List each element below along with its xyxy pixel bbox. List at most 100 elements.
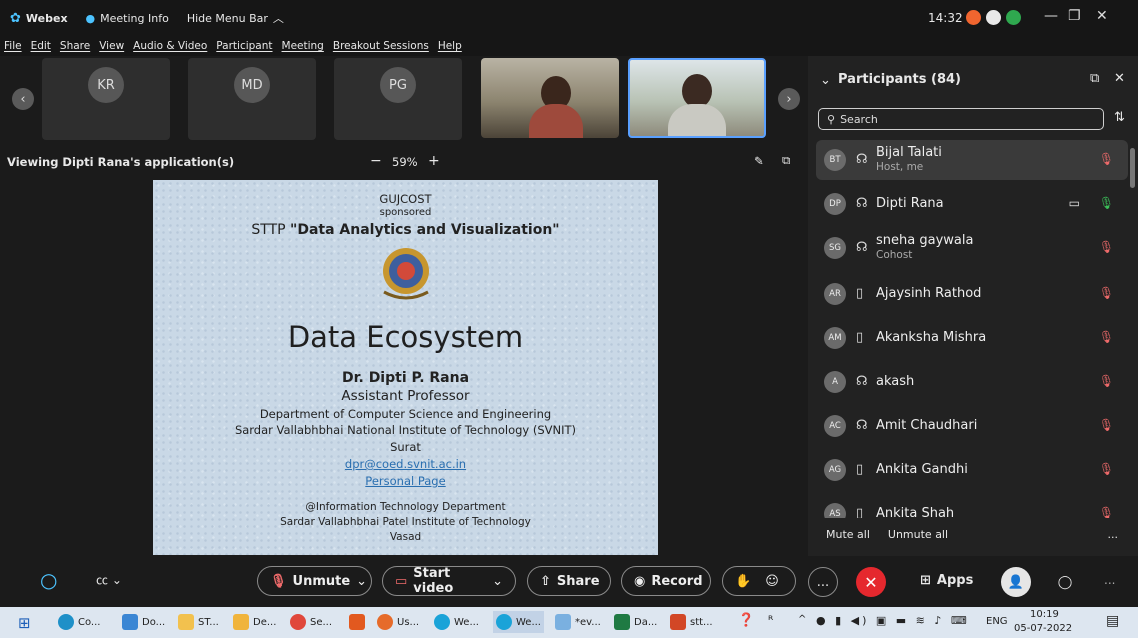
mic-muted-icon[interactable]: 🎙 (1099, 462, 1114, 476)
mute-all-button[interactable]: Mute all (826, 528, 870, 541)
mic-active-icon[interactable]: 🎙 (1099, 196, 1114, 210)
tray-icons[interactable]: ● ▮ ◀) ▣ ▬ ≋ ♪ ⌨ (816, 614, 970, 627)
collapse-chevron-icon[interactable]: ⌄ (820, 73, 831, 88)
menu-breakout-sessions[interactable]: Breakout Sessions (333, 40, 429, 52)
meeting-info-label: Meeting Info (100, 11, 169, 25)
share-button[interactable]: ⇧ Share (527, 566, 611, 596)
help-icon[interactable]: ❓ (738, 613, 754, 628)
notification-center-icon[interactable]: ▤ (1106, 613, 1119, 629)
meeting-controls: ○ ㏄ ⌄ 🎙 Unmute ⌄ ▭ Start video ⌄ ⇧ Share… (0, 557, 1138, 607)
slide-presenter: Dr. Dipti P. Rana (341, 370, 470, 386)
menu-file[interactable]: File (4, 40, 22, 52)
webex-assistant-icon[interactable]: ○ (40, 568, 57, 592)
close-window-icon[interactable]: ✕ (1096, 8, 1108, 24)
participant-row[interactable]: A ☊ akash 🎙 (816, 362, 1128, 402)
taskbar-item[interactable]: Se... (290, 614, 332, 630)
more-options-button[interactable]: ... (1108, 528, 1119, 541)
video-tile-pg[interactable]: PG (334, 58, 462, 140)
network-icon[interactable] (1006, 10, 1021, 25)
status-icon[interactable] (986, 10, 1001, 25)
participant-row[interactable]: AM ▯ Akanksha Mishra 🎙 (816, 318, 1128, 358)
chat-button[interactable]: ◯ (1050, 567, 1080, 597)
reactions-group[interactable]: ✋ ☺ (722, 566, 796, 596)
slide-email-link[interactable]: dpr@coed.svnit.ac.in (345, 457, 466, 471)
mic-muted-icon[interactable]: 🎙 (1099, 506, 1114, 518)
windows-start-icon[interactable]: ⊞ (18, 614, 31, 632)
minimize-icon[interactable]: — (1044, 8, 1058, 24)
taskbar-item[interactable]: We... (434, 614, 479, 630)
mic-muted-icon[interactable]: 🎙 (1099, 330, 1114, 344)
mic-muted-icon[interactable]: 🎙 (1099, 374, 1114, 388)
people-icon[interactable]: ᴿ (768, 613, 773, 627)
strip-prev-button[interactable]: ‹ (12, 88, 34, 110)
mic-muted-icon[interactable]: 🎙 (1099, 286, 1114, 300)
taskbar-item[interactable]: Do... (122, 614, 165, 630)
panel-scrollbar[interactable] (1130, 148, 1135, 188)
captions-icon[interactable]: ㏄ ⌄ (96, 571, 122, 588)
restore-icon[interactable]: ❐ (1068, 8, 1081, 24)
taskbar-time[interactable]: 10:19 (1030, 609, 1059, 620)
sort-icon[interactable]: ⇅ (1114, 110, 1125, 125)
zoom-out-button[interactable]: − (370, 153, 382, 169)
menu-audio-video[interactable]: Audio & Video (133, 40, 207, 52)
participant-row[interactable]: AR ▯ Ajaysinh Rathod 🎙 (816, 274, 1128, 314)
mic-muted-icon[interactable]: 🎙 (1099, 240, 1114, 254)
participant-row[interactable]: AS ▯ Ankita Shah 🎙 (816, 494, 1128, 518)
taskbar-date[interactable]: 05-07-2022 (1014, 623, 1072, 634)
emoji-icon[interactable]: ☺ (765, 574, 779, 589)
video-tile-camera-1[interactable] (481, 58, 619, 138)
tray-chevron-icon[interactable]: ^ (798, 614, 806, 625)
apps-button[interactable]: ⊞ Apps (920, 573, 973, 588)
video-tile-md[interactable]: MD (188, 58, 316, 140)
unmute-button[interactable]: 🎙 Unmute ⌄ (257, 566, 372, 596)
menu-meeting[interactable]: Meeting (282, 40, 324, 52)
hand-icon[interactable]: ✋ (735, 574, 751, 589)
taskbar-item[interactable]: We... (493, 611, 544, 633)
slide-personal-page-link[interactable]: Personal Page (365, 474, 445, 488)
video-tile-kr[interactable]: KR (42, 58, 170, 140)
leave-button[interactable]: ✕ (856, 567, 886, 597)
zoom-value: 59% (392, 155, 418, 169)
more-controls-button[interactable]: ... (808, 567, 838, 597)
participant-row[interactable]: BT ☊ Bijal Talati Host, me 🎙 (816, 140, 1128, 180)
taskbar-item[interactable]: ST... (178, 614, 219, 630)
pop-out-icon[interactable]: ⧉ (782, 153, 790, 168)
more-menu-button[interactable]: ... (1104, 573, 1115, 587)
participants-toggle-button[interactable]: 👤 (1001, 567, 1031, 597)
taskbar-item[interactable]: De... (233, 614, 276, 630)
participant-role: Cohost (876, 249, 913, 261)
participant-row[interactable]: DP ☊ Dipti Rana ▭ 🎙 (816, 184, 1128, 224)
office-icon[interactable] (349, 614, 365, 630)
menu-share[interactable]: Share (60, 40, 90, 52)
menu-view[interactable]: View (99, 40, 124, 52)
participant-row[interactable]: SG ☊ sneha gaywala Cohost 🎙 (816, 228, 1128, 268)
meeting-info-button[interactable]: ● Meeting Info (86, 12, 169, 25)
taskbar-item[interactable]: Us... (377, 614, 419, 630)
taskbar-item[interactable]: stt... (670, 614, 713, 630)
close-panel-icon[interactable]: ✕ (1114, 71, 1125, 86)
taskbar-item[interactable]: Co... (58, 614, 100, 630)
webex-app-label[interactable]: ✿ Webex (10, 11, 68, 26)
hide-menu-bar-button[interactable]: Hide Menu Bar ︿ (187, 10, 284, 26)
participant-row[interactable]: AC ☊ Amit Chaudhari 🎙 (816, 406, 1128, 446)
strip-next-button[interactable]: › (778, 88, 800, 110)
video-tile-camera-2[interactable] (628, 58, 766, 138)
taskbar-item[interactable]: Da... (614, 614, 657, 630)
start-video-button[interactable]: ▭ Start video ⌄ (382, 566, 516, 596)
menu-participant[interactable]: Participant (216, 40, 272, 52)
pop-out-panel-icon[interactable]: ⧉ (1090, 71, 1099, 86)
taskbar-item[interactable]: *ev... (555, 614, 601, 630)
participant-row[interactable]: AG ▯ Ankita Gandhi 🎙 (816, 450, 1128, 490)
participant-search-input[interactable]: ⚲ Search (818, 108, 1104, 130)
unmute-all-button[interactable]: Unmute all (888, 528, 948, 541)
zoom-in-button[interactable]: + (428, 153, 440, 169)
menu-help[interactable]: Help (438, 40, 462, 52)
record-button[interactable]: ◉ Record (621, 566, 711, 596)
language-indicator[interactable]: ENG (986, 616, 1008, 627)
menu-edit[interactable]: Edit (31, 40, 51, 52)
mic-muted-icon[interactable]: 🎙 (1099, 418, 1114, 432)
notification-icon[interactable] (966, 10, 981, 25)
annotate-icon[interactable]: ✎ (754, 154, 764, 168)
mic-muted-icon[interactable]: 🎙 (1099, 152, 1114, 166)
svnit-emblem-icon (382, 248, 429, 300)
